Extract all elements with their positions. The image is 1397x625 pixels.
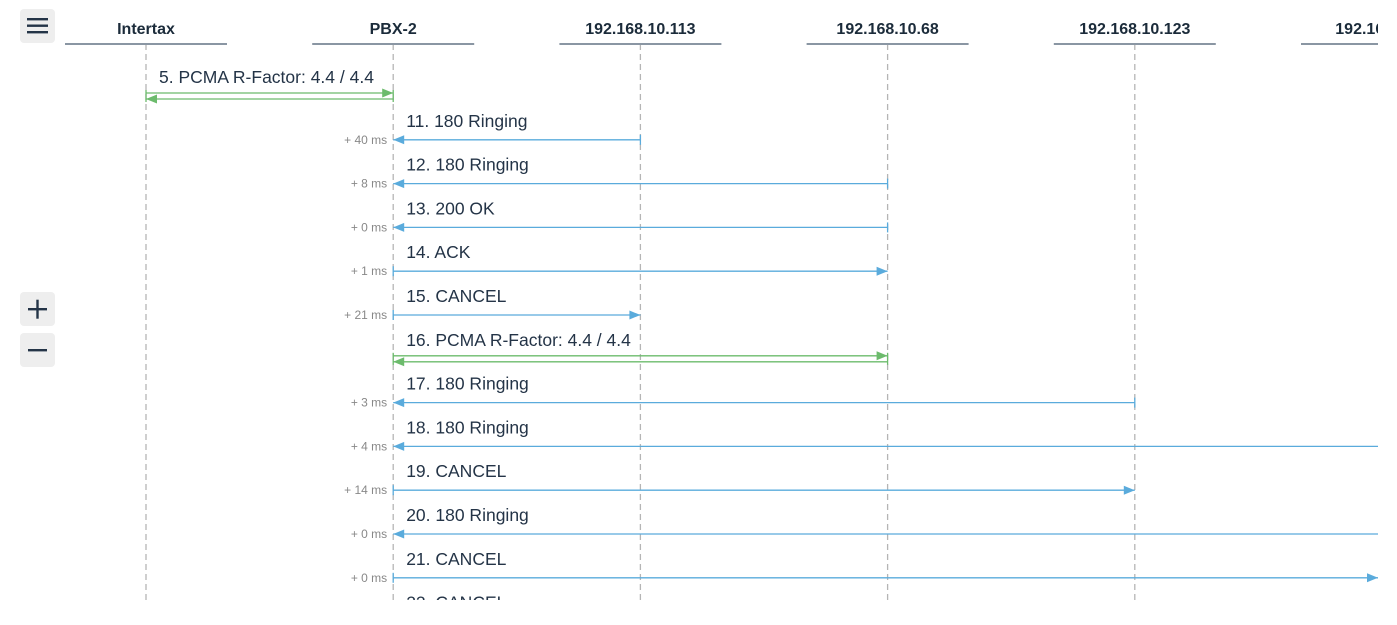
time-delta: + 3 ms bbox=[351, 396, 387, 410]
message-row[interactable]: 19. CANCEL + 14 ms bbox=[344, 461, 1135, 497]
time-delta: + 0 ms bbox=[351, 220, 387, 234]
time-delta: + 1 ms bbox=[351, 264, 387, 278]
arrow-head bbox=[382, 88, 394, 98]
message-label[interactable]: 12. 180 Ringing bbox=[406, 155, 529, 175]
arrow-head bbox=[393, 398, 405, 408]
arrow-head bbox=[393, 529, 405, 539]
message-row[interactable]: 14. ACK + 1 ms bbox=[351, 242, 888, 278]
participant-label[interactable]: Intertax bbox=[117, 21, 175, 38]
plus-icon bbox=[28, 299, 47, 319]
message-label[interactable]: 17. 180 Ringing bbox=[406, 374, 529, 394]
arrow-head bbox=[1367, 573, 1378, 583]
message-label[interactable]: 19. CANCEL bbox=[406, 461, 506, 481]
participant-label[interactable]: 192.168.10.113 bbox=[585, 21, 695, 38]
message-row[interactable]: 20. 180 Ringing + 0 ms bbox=[351, 505, 1378, 541]
message-row[interactable]: 13. 200 OK + 0 ms bbox=[351, 198, 889, 234]
message-label[interactable]: 5. PCMA R-Factor: 4.4 / 4.4 bbox=[159, 67, 374, 87]
zoom-in-button[interactable] bbox=[20, 292, 55, 326]
arrow-head bbox=[393, 441, 405, 451]
message-row[interactable]: 17. 180 Ringing + 3 ms bbox=[351, 374, 1136, 410]
arrow-head bbox=[393, 357, 405, 367]
arrow-head bbox=[393, 222, 405, 232]
message-label[interactable]: 15. CANCEL bbox=[406, 286, 506, 306]
message-label[interactable]: 18. 180 Ringing bbox=[406, 417, 529, 437]
message-label[interactable]: 13. 200 OK bbox=[406, 198, 495, 218]
time-delta: + 40 ms bbox=[344, 133, 387, 147]
time-delta: + 8 ms bbox=[351, 177, 387, 191]
participant-label[interactable]: 192.168.10.1 bbox=[1335, 21, 1378, 38]
minus-icon bbox=[28, 349, 47, 352]
sequence-diagram-canvas[interactable]: Intertax PBX-2 192.168.10.113 192.168.10.68… bbox=[0, 0, 1378, 600]
arrow-head bbox=[876, 266, 888, 276]
message-label[interactable]: 14. ACK bbox=[406, 242, 471, 262]
arrow-head bbox=[393, 135, 405, 145]
participant-label[interactable]: 192.168.10.68 bbox=[836, 21, 938, 38]
participant-label[interactable]: 192.168.10.123 bbox=[1079, 21, 1190, 38]
arrow-head bbox=[393, 179, 405, 189]
message-label[interactable]: 11. 180 Ringing bbox=[406, 111, 527, 131]
time-delta: + 21 ms bbox=[344, 308, 387, 322]
arrow-head bbox=[876, 351, 888, 361]
message-row[interactable]: 22. CANCEL+ 0 ms bbox=[351, 593, 1378, 600]
sequence-diagram: Intertax PBX-2 192.168.10.113 192.168.10.68… bbox=[65, 21, 1378, 600]
message-label[interactable]: 20. 180 Ringing bbox=[406, 505, 529, 525]
message-row[interactable]: 18. 180 Ringing + 4 ms bbox=[351, 417, 1378, 453]
time-delta: + 0 ms bbox=[351, 527, 387, 541]
time-delta: + 0 ms bbox=[351, 571, 387, 585]
message-label[interactable]: 21. CANCEL bbox=[406, 549, 506, 569]
arrow-head bbox=[146, 94, 157, 104]
message-label[interactable]: 16. PCMA R-Factor: 4.4 / 4.4 bbox=[406, 330, 631, 350]
message-row[interactable]: 15. CANCEL + 21 ms bbox=[344, 286, 641, 322]
time-delta: + 14 ms bbox=[344, 483, 387, 497]
time-delta: + 4 ms bbox=[351, 439, 387, 453]
hamburger-menu-icon bbox=[27, 18, 48, 34]
arrow-head bbox=[1123, 485, 1135, 495]
menu-button[interactable] bbox=[20, 9, 55, 43]
message-label[interactable]: 22. CANCEL bbox=[406, 593, 506, 600]
message-row[interactable]: 12. 180 Ringing + 8 ms bbox=[351, 155, 889, 191]
participant-label[interactable]: PBX-2 bbox=[370, 21, 417, 38]
message-row[interactable]: 11. 180 Ringing + 40 ms bbox=[344, 111, 642, 147]
message-row[interactable]: 5. PCMA R-Factor: 4.4 / 4.4 bbox=[145, 67, 394, 104]
zoom-out-button[interactable] bbox=[20, 333, 55, 367]
arrow-head bbox=[629, 310, 641, 320]
message-row[interactable]: 21. CANCEL + 0 ms bbox=[351, 549, 1378, 585]
